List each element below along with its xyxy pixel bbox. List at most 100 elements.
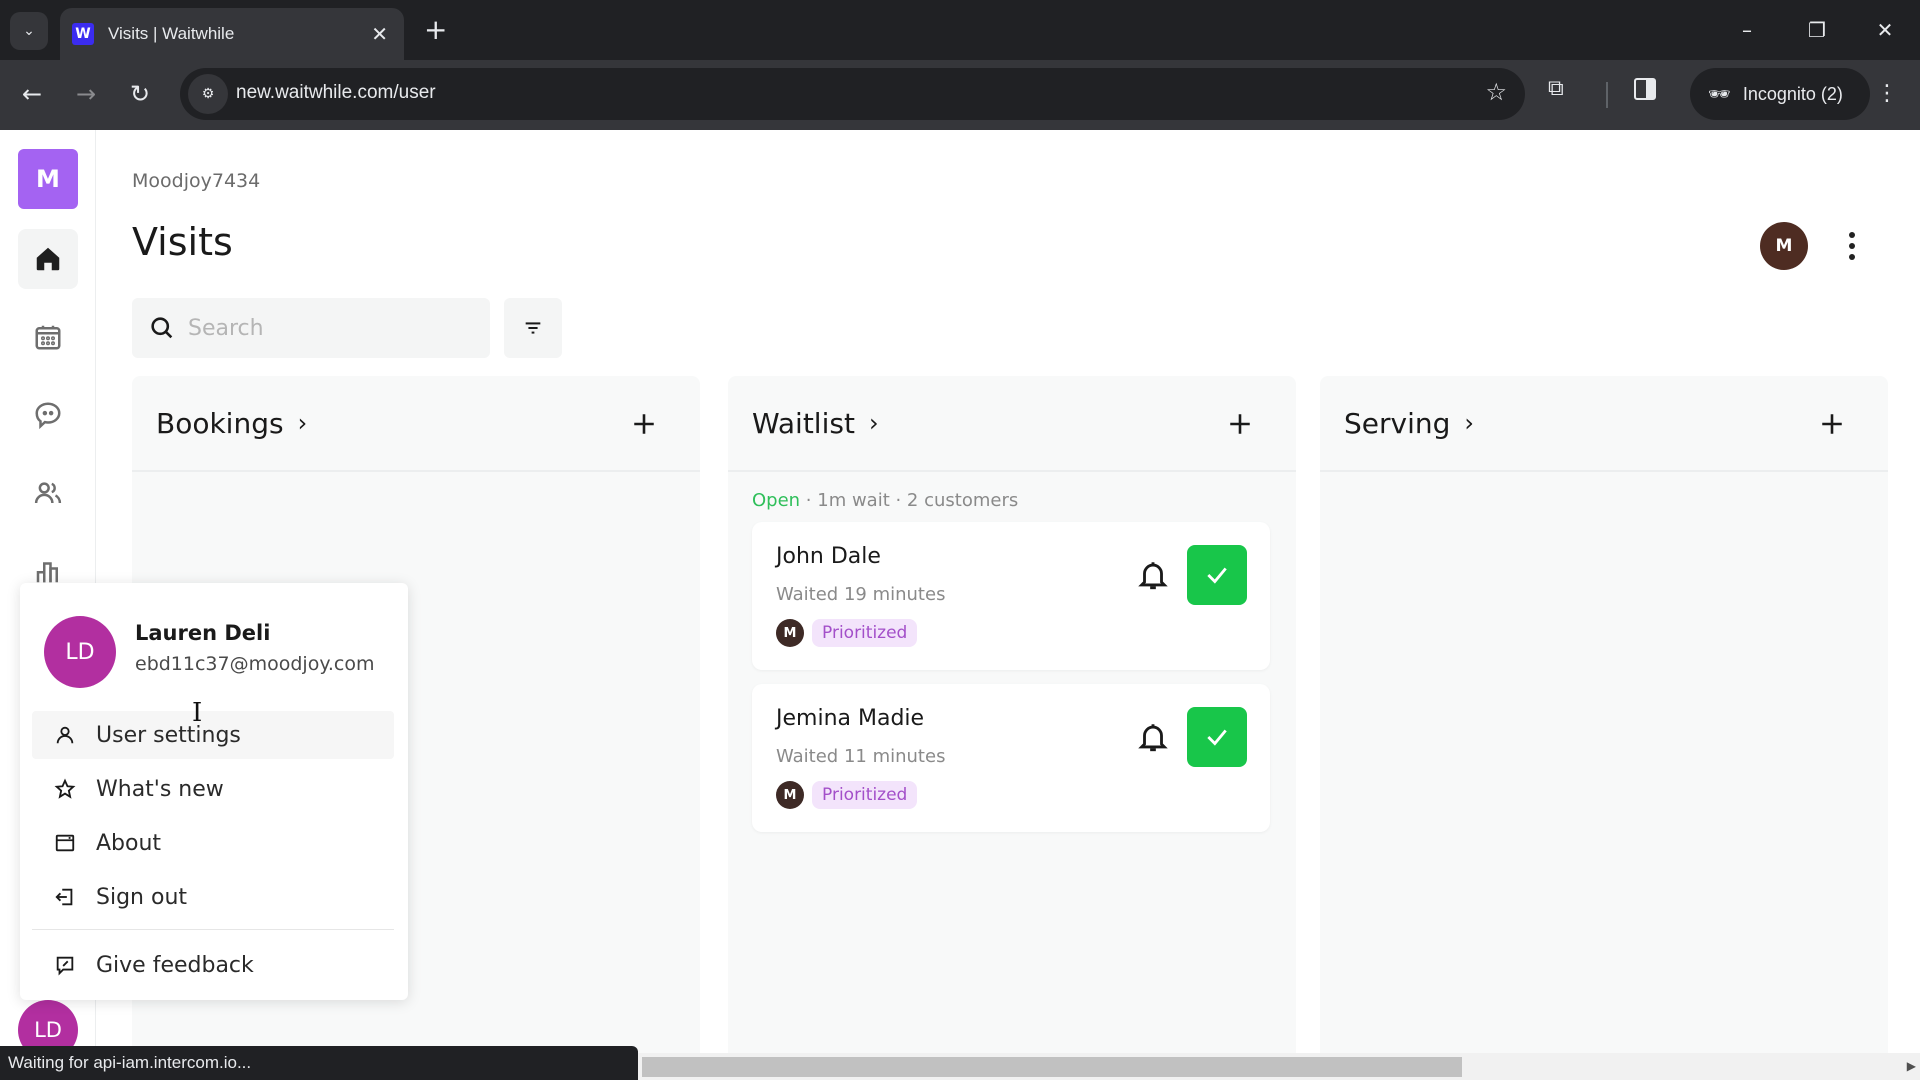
add-booking-button[interactable] [626, 406, 662, 442]
search-input[interactable] [188, 315, 468, 341]
waitlist-header[interactable]: Waitlist › [728, 376, 1296, 472]
menu-item-sign-out[interactable]: Sign out [32, 873, 394, 921]
star-icon [54, 778, 76, 799]
forward-button[interactable]: → [66, 74, 106, 114]
arrow-right-icon: → [75, 80, 97, 108]
serving-header[interactable]: Serving › [1320, 376, 1888, 472]
extensions-puzzle-icon[interactable]: ⧉ [1548, 76, 1564, 101]
url-text[interactable]: new.waitwhile.com/user [236, 82, 436, 104]
mouse-text-cursor: I [192, 698, 203, 728]
menu-item-user-settings[interactable]: User settings [32, 711, 394, 759]
search-box[interactable] [132, 298, 490, 358]
tune-icon: ⚙ [201, 86, 215, 102]
side-panel-icon[interactable] [1634, 78, 1656, 100]
user-menu: LD Lauren Deli ebd11c37@moodjoy.com User… [20, 583, 408, 1000]
waitwhile-favicon-icon: W [72, 23, 94, 45]
sidebar-item-calendar[interactable] [18, 307, 78, 367]
site-info-button[interactable]: ⚙ [188, 74, 228, 114]
incognito-icon: 🕶 [1708, 83, 1731, 104]
bell-icon[interactable] [1136, 720, 1170, 754]
location-avatar[interactable]: M [1760, 222, 1808, 270]
horizontal-scrollbar[interactable]: ▶ [638, 1053, 1920, 1080]
window-icon [55, 834, 75, 852]
sidebar-item-messages[interactable] [18, 385, 78, 445]
bell-icon[interactable] [1136, 558, 1170, 592]
menu-item-label: Sign out [96, 884, 188, 910]
wait-time: Waited 19 minutes [776, 584, 946, 605]
chevron-right-icon: › [868, 409, 879, 437]
reload-icon: ↻ [129, 80, 151, 108]
user-icon [56, 726, 74, 744]
bookings-header[interactable]: Bookings › [132, 376, 700, 472]
serve-button[interactable] [1187, 707, 1247, 767]
menu-item-label: Give feedback [96, 952, 254, 978]
filter-icon [525, 322, 541, 334]
reload-button[interactable]: ↻ [120, 74, 160, 114]
scroll-right-arrow-icon[interactable]: ▶ [1907, 1059, 1916, 1073]
more-options-button[interactable] [1840, 226, 1864, 266]
serve-button[interactable] [1187, 545, 1247, 605]
search-icon [151, 317, 173, 339]
toolbar-divider [1606, 82, 1608, 108]
browser-tab[interactable]: W Visits | Waitwhile ✕ [60, 8, 404, 60]
plus-icon [1822, 414, 1842, 434]
user-email: ebd11c37@moodjoy.com [135, 653, 375, 675]
waitwhile-app: M LD Moodjoy7434 Visits M Bookings › [0, 130, 1920, 1080]
browser-menu-icon[interactable]: ⋮ [1876, 78, 1898, 110]
add-serving-button[interactable] [1814, 406, 1850, 442]
bookmark-star-icon[interactable]: ☆ [1485, 78, 1507, 106]
visit-card[interactable]: Jemina Madie Waited 11 minutes M Priorit… [752, 684, 1270, 832]
home-icon [36, 247, 60, 271]
address-bar[interactable]: ⚙ new.waitwhile.com/user ☆ [180, 68, 1525, 120]
sign-out-icon [55, 888, 73, 906]
plus-icon [634, 414, 654, 434]
close-tab-icon[interactable]: ✕ [371, 22, 388, 46]
tab-search-button[interactable]: ⌄ [10, 12, 48, 50]
staff-avatar: M [776, 781, 804, 809]
sidebar-item-home[interactable] [18, 229, 78, 289]
staff-avatar: M [776, 619, 804, 647]
sidebar-item-customers[interactable] [18, 463, 78, 523]
incognito-label: Incognito (2) [1742, 83, 1843, 104]
serving-column: Serving › [1320, 376, 1888, 1080]
menu-item-about[interactable]: About [32, 819, 394, 867]
add-to-waitlist-button[interactable] [1222, 406, 1258, 442]
org-logo[interactable]: M [18, 149, 78, 209]
status-open: Open [752, 490, 801, 511]
arrow-left-icon: ← [21, 80, 43, 108]
menu-item-label: What's new [96, 776, 224, 802]
back-button[interactable]: ← [12, 74, 52, 114]
visit-card[interactable]: John Dale Waited 19 minutes M Prioritize… [752, 522, 1270, 670]
restore-button[interactable]: ❐ [1794, 10, 1840, 50]
waitlist-column: Waitlist › Open · 1m wait · 2 customers … [728, 376, 1296, 1080]
user-name: Lauren Deli [135, 621, 271, 645]
bar-chart-icon [36, 562, 58, 583]
chat-icon [35, 402, 61, 430]
column-title[interactable]: Serving [1344, 407, 1450, 440]
new-tab-button[interactable]: + [424, 12, 447, 48]
calendar-icon [35, 325, 61, 350]
check-icon [1207, 729, 1227, 746]
browser-tab-strip: ⌄ W Visits | Waitwhile ✕ + – ❐ ✕ [0, 0, 1920, 60]
plus-icon [1230, 414, 1250, 434]
menu-divider [32, 929, 394, 930]
priority-tag: Prioritized [812, 781, 918, 809]
feedback-icon [56, 956, 74, 976]
menu-item-give-feedback[interactable]: Give feedback [32, 941, 394, 989]
chevron-down-icon: ⌄ [23, 23, 35, 39]
user-avatar: LD [44, 616, 116, 688]
column-title[interactable]: Bookings [156, 407, 284, 440]
close-window-button[interactable]: ✕ [1862, 10, 1908, 50]
column-title[interactable]: Waitlist [752, 407, 855, 440]
minimize-button[interactable]: – [1724, 10, 1770, 50]
menu-item-whats-new[interactable]: What's new [32, 765, 394, 813]
chevron-right-icon: › [297, 409, 308, 437]
incognito-indicator[interactable]: 🕶 Incognito (2) [1690, 68, 1870, 120]
page-title: Visits [132, 220, 233, 264]
check-icon [1207, 567, 1227, 584]
waitlist-status: Open · 1m wait · 2 customers [752, 490, 1018, 511]
filter-button[interactable] [504, 298, 562, 358]
customer-name: Jemina Madie [776, 706, 925, 731]
scrollbar-thumb[interactable] [642, 1057, 1462, 1077]
chevron-right-icon: › [1464, 409, 1474, 437]
